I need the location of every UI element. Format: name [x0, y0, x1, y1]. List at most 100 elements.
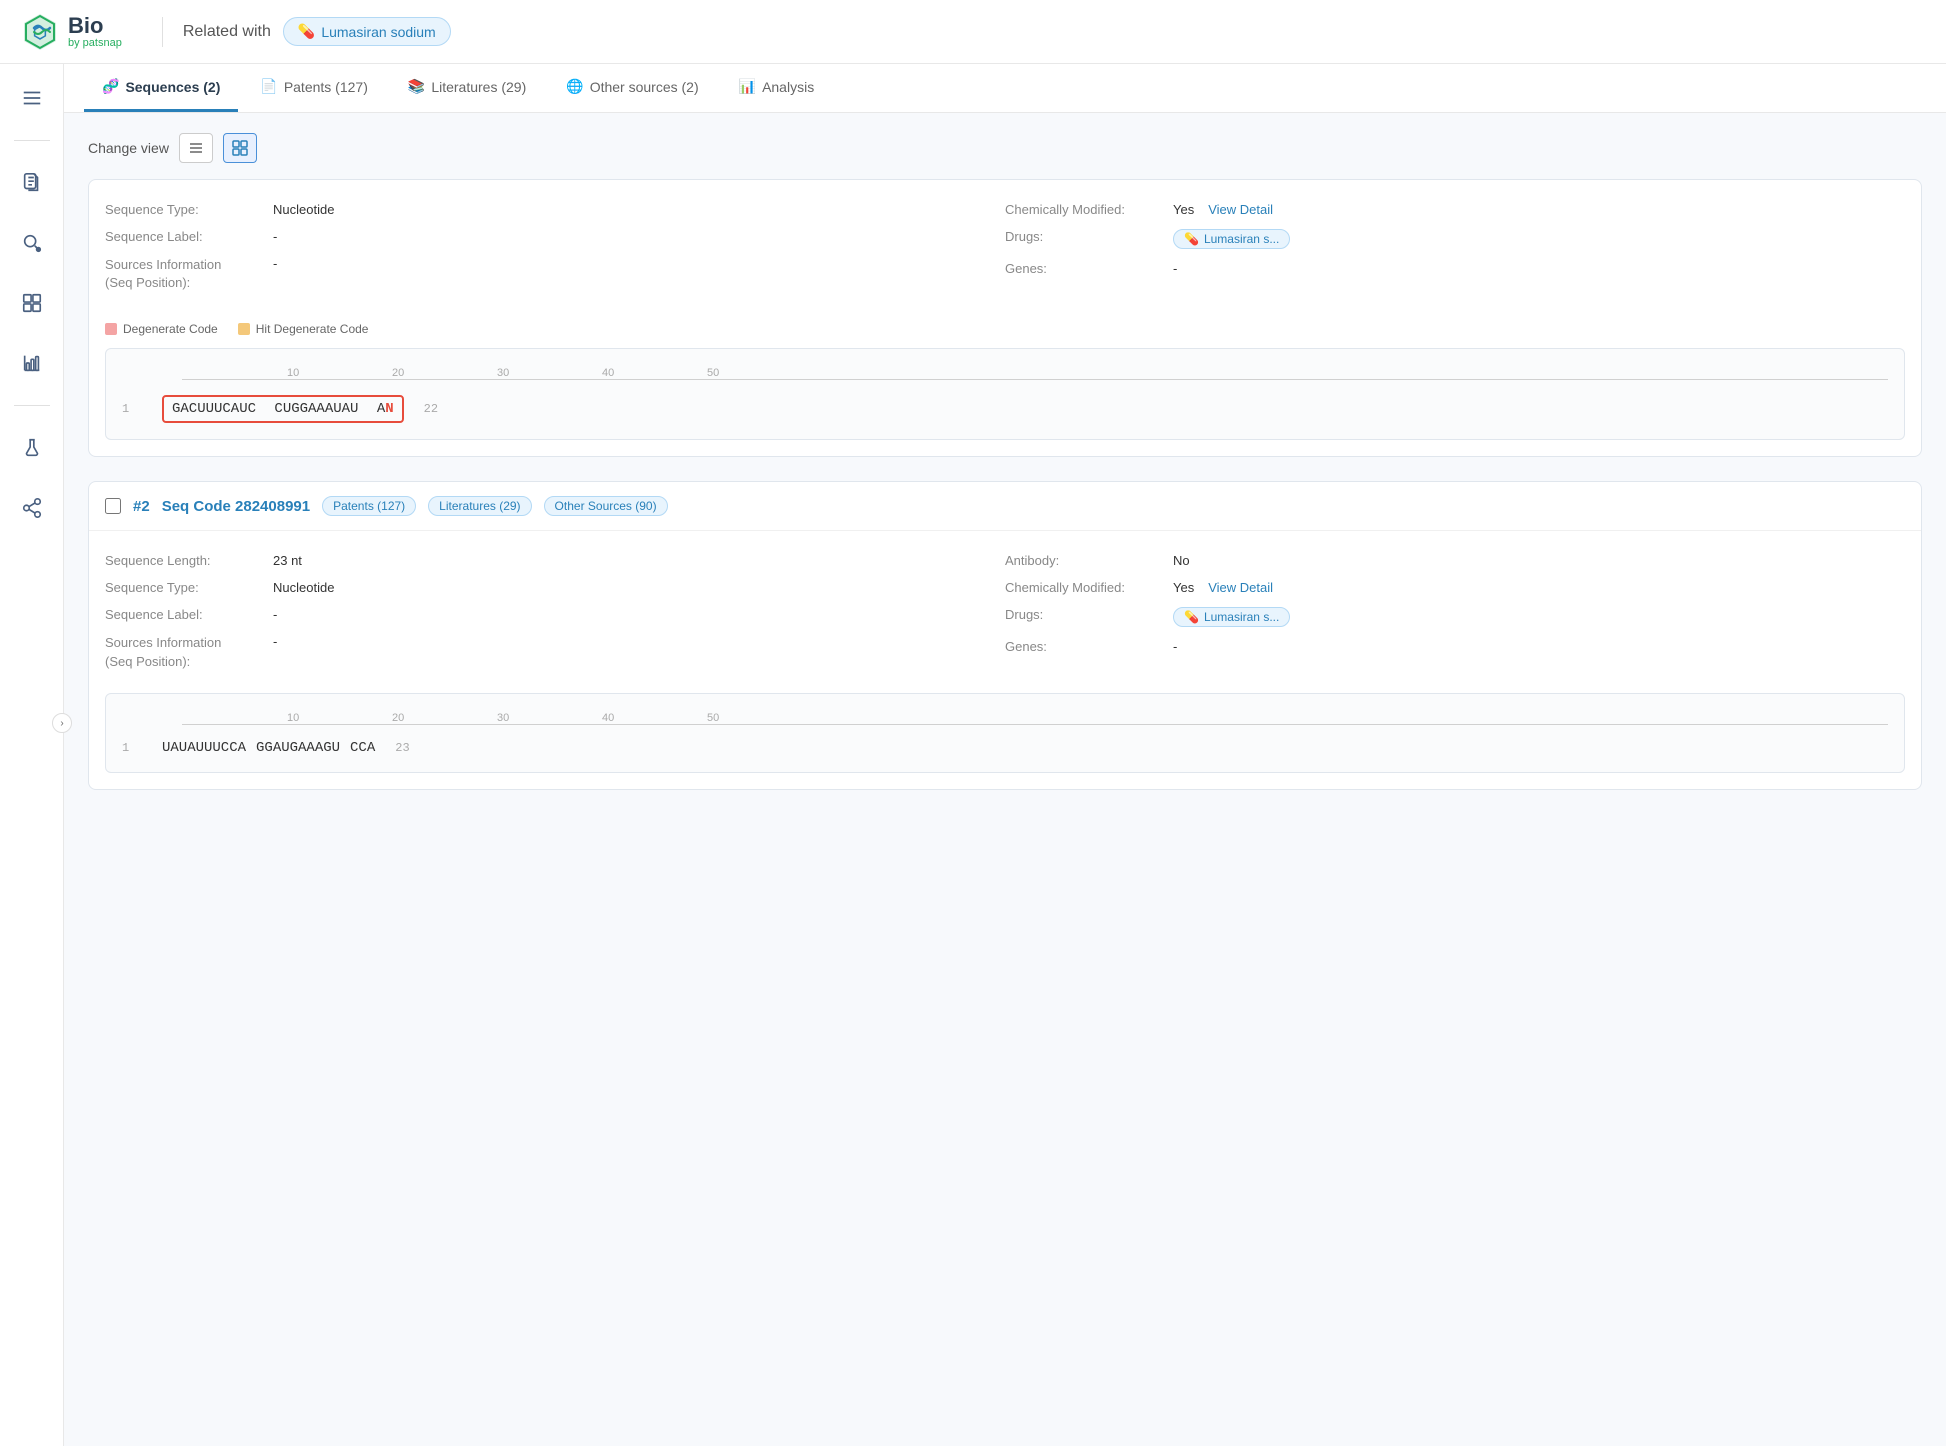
sidebar-divider-1: [14, 140, 50, 141]
app-name: Bio: [68, 15, 122, 37]
seq1-highlighted-region: GACUUUCAUC CUGGAAAUAU AN: [162, 395, 404, 423]
tab-patents[interactable]: 📄 Patents (127): [242, 64, 386, 112]
sequence-card-1: Sequence Type: Nucleotide Sequence Label…: [88, 179, 1922, 457]
seq1-drugs-label: Drugs:: [1005, 229, 1165, 244]
seq1-end-num: 22: [424, 402, 438, 416]
seq1-genes-label: Genes:: [1005, 261, 1165, 276]
ruler-40: 40: [602, 367, 614, 379]
sidebar-divider-2: [14, 405, 50, 406]
grid-view-button[interactable]: [223, 133, 257, 163]
seq2-antibody-label: Antibody:: [1005, 553, 1165, 568]
seq2-chem-mod-label: Chemically Modified:: [1005, 580, 1165, 595]
seq2-drug-tag-icon: 💊: [1184, 610, 1199, 624]
sidebar-grid-icon[interactable]: [14, 285, 50, 321]
app-byline: by patsnap: [68, 37, 122, 49]
analysis-tab-label: Analysis: [762, 79, 814, 95]
change-view-label: Change view: [88, 140, 169, 156]
sidebar-document-icon[interactable]: [14, 165, 50, 201]
seq2-genes-row: Genes: -: [1005, 633, 1905, 660]
seq1-line-num: 1: [122, 402, 162, 416]
seq2-ruler: 10 20 30 40 50: [182, 710, 1888, 734]
seq2-drugs-value[interactable]: 💊 Lumasiran s...: [1173, 607, 1290, 627]
seq2-drugs-row: Drugs: 💊 Lumasiran s...: [1005, 601, 1905, 633]
seq2-chem-mod-value: Yes: [1173, 580, 1194, 595]
other-sources-tab-label: Other sources (2): [590, 79, 699, 95]
seq2-ruler-10: 10: [287, 712, 299, 724]
related-with-label: Related with: [183, 23, 271, 41]
seq1-seq-label-value: -: [273, 229, 277, 244]
seq2-seq-type-value: Nucleotide: [273, 580, 334, 595]
ruler-20: 20: [392, 367, 404, 379]
seq2-ruler-50: 50: [707, 712, 719, 724]
seq2-drug-tag-text: Lumasiran s...: [1204, 610, 1279, 624]
drug-icon: 💊: [298, 23, 315, 40]
seq1-ruler-area: 10 20 30 40 50: [122, 365, 1888, 389]
patents-tab-label: Patents (127): [284, 79, 368, 95]
seq2-view-detail-link[interactable]: View Detail: [1208, 580, 1273, 595]
seq2-antibody-value: No: [1173, 553, 1190, 568]
top-header: ⬡ Bio by patsnap Related with 💊 Lumasira…: [0, 0, 1946, 64]
sequence-card-2: #2 Seq Code 282408991 Patents (127) Lite…: [88, 481, 1922, 789]
degenerate-color: [105, 323, 117, 335]
list-view-button[interactable]: [179, 133, 213, 163]
other-sources-tab-icon: 🌐: [566, 78, 583, 95]
seq1-chem-mod-value: Yes: [1173, 202, 1194, 217]
seq2-part1: UAUAUUUCCA: [162, 740, 246, 756]
seq1-part2: CUGGAAAUAU: [274, 401, 358, 417]
seq1-sources-value: -: [273, 256, 277, 271]
drug-badge[interactable]: 💊 Lumasiran sodium: [283, 17, 451, 46]
tab-analysis[interactable]: 📊 Analysis: [721, 64, 833, 112]
legend-hit-degenerate: Hit Degenerate Code: [238, 322, 369, 336]
seq1-details-right: Chemically Modified: Yes View Detail Dru…: [1005, 196, 1905, 298]
seq2-details-left: Sequence Length: 23 nt Sequence Type: Nu…: [105, 547, 1005, 676]
sequences-tab-label: Sequences (2): [125, 79, 220, 95]
seq2-drugs-label: Drugs:: [1005, 607, 1165, 622]
hit-degenerate-label: Hit Degenerate Code: [256, 322, 369, 336]
tab-other-sources[interactable]: 🌐 Other sources (2): [548, 64, 716, 112]
ruler-10: 10: [287, 367, 299, 379]
seq2-literatures-badge[interactable]: Literatures (29): [428, 496, 531, 516]
tab-literatures[interactable]: 📚 Literatures (29): [390, 64, 544, 112]
degenerate-label: Degenerate Code: [123, 322, 218, 336]
seq2-genes-label: Genes:: [1005, 639, 1165, 654]
seq2-length-row: Sequence Length: 23 nt: [105, 547, 1005, 574]
seq1-genes-value: -: [1173, 261, 1177, 276]
seq1-seq-type-row: Sequence Type: Nucleotide: [105, 196, 1005, 223]
seq2-length-label: Sequence Length:: [105, 553, 265, 568]
sidebar-flask-icon[interactable]: [14, 430, 50, 466]
sidebar-analytics-icon[interactable]: [14, 345, 50, 381]
seq1-drugs-value[interactable]: 💊 Lumasiran s...: [1173, 229, 1290, 249]
drug-name: Lumasiran sodium: [321, 24, 435, 40]
seq2-chem-mod-row: Chemically Modified: Yes View Detail: [1005, 574, 1905, 601]
sidebar-share-icon[interactable]: [14, 490, 50, 526]
seq1-chem-mod-row: Chemically Modified: Yes View Detail: [1005, 196, 1905, 223]
seq1-view-detail-link[interactable]: View Detail: [1208, 202, 1273, 217]
seq2-part3: CCA: [350, 740, 375, 756]
seq2-other-badge[interactable]: Other Sources (90): [544, 496, 668, 516]
seq2-patents-badge[interactable]: Patents (127): [322, 496, 416, 516]
sidebar-menu-icon[interactable]: [14, 80, 50, 116]
seq1-viewer: 10 20 30 40 50 1 GACUUUCAUC CUGGAAAUAU: [105, 348, 1905, 440]
seq2-line-num: 1: [122, 741, 162, 755]
literatures-tab-icon: 📚: [408, 78, 425, 95]
seq2-ruler-30: 30: [497, 712, 509, 724]
seq2-details-grid: Sequence Length: 23 nt Sequence Type: Nu…: [89, 531, 1921, 692]
seq1-seq-type-value: Nucleotide: [273, 202, 334, 217]
seq1-details-grid: Sequence Type: Nucleotide Sequence Label…: [89, 180, 1921, 314]
seq1-details-left: Sequence Type: Nucleotide Sequence Label…: [105, 196, 1005, 298]
seq2-header: #2 Seq Code 282408991 Patents (127) Lite…: [89, 482, 1921, 531]
seq2-sources-label: Sources Information(Seq Position):: [105, 634, 265, 670]
analysis-tab-icon: 📊: [739, 78, 756, 95]
patents-tab-icon: 📄: [260, 78, 277, 95]
sidebar-search-icon[interactable]: [14, 225, 50, 261]
seq2-line: 1 UAUAUUUCCA GGAUGAAAGU CCA 23: [122, 740, 1888, 756]
seq2-checkbox[interactable]: [105, 498, 121, 514]
logo-text: Bio by patsnap: [68, 15, 122, 49]
seq2-code: Seq Code 282408991: [162, 498, 310, 515]
seq2-ruler-area: 10 20 30 40 50: [122, 710, 1888, 734]
seq1-part3: AN: [377, 401, 394, 417]
left-sidebar: [0, 64, 64, 1446]
seq2-seq-label-label: Sequence Label:: [105, 607, 265, 622]
seq2-sources-value: -: [273, 634, 277, 649]
tab-sequences[interactable]: 🧬 Sequences (2): [84, 64, 238, 112]
